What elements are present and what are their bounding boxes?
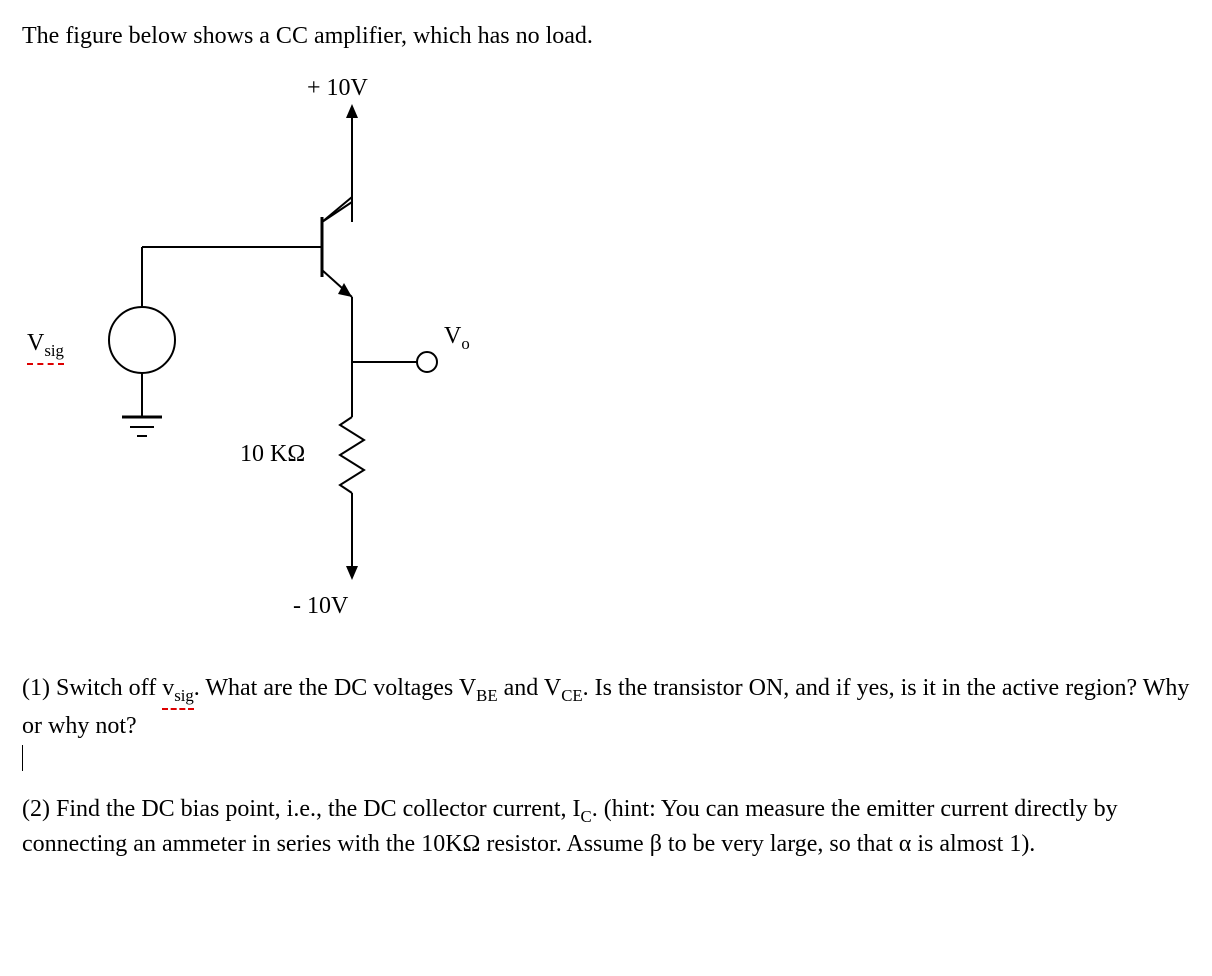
resistor-label: 10 KΩ [240, 438, 305, 470]
question-2: (2) Find the DC bias point, i.e., the DC… [22, 793, 1192, 861]
vo-label: Vo [444, 320, 470, 355]
bottom-supply-label: - 10V [293, 590, 348, 622]
intro-text: The figure below shows a CC amplifier, w… [22, 20, 1192, 52]
text-cursor [22, 745, 29, 771]
question-1: (1) Switch off vsig. What are the DC vol… [22, 672, 1192, 774]
top-supply-label: + 10V [307, 72, 368, 104]
circuit-diagram: + 10V - 10V 10 KΩ Vsig Vo [22, 62, 522, 642]
vsig-label: Vsig [27, 327, 64, 364]
